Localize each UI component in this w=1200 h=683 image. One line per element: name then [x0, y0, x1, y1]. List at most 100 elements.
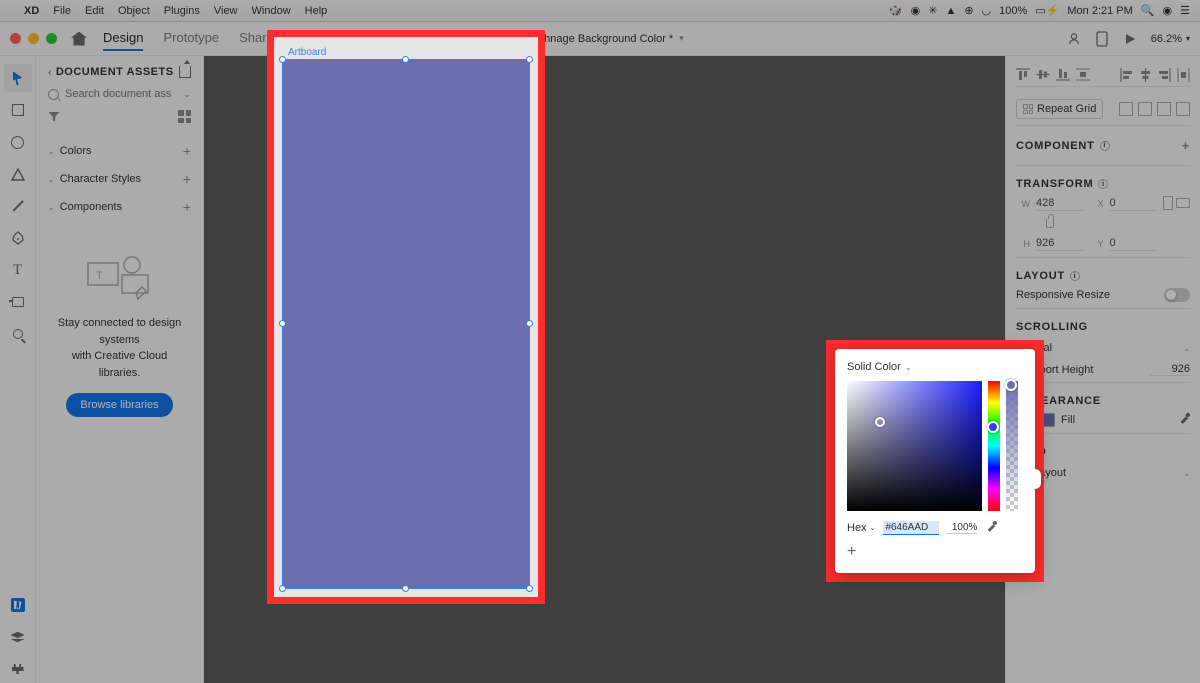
boolean-exclude-icon[interactable]: [1176, 102, 1190, 116]
responsive-resize-toggle[interactable]: [1164, 288, 1190, 302]
menu-edit[interactable]: Edit: [85, 5, 104, 17]
alpha-slider-thumb[interactable]: [1005, 379, 1017, 391]
battery-icon[interactable]: ▭⚡: [1035, 4, 1059, 17]
tab-prototype[interactable]: Prototype: [163, 26, 219, 51]
resize-handle[interactable]: [526, 585, 533, 592]
add-swatch-button[interactable]: +: [847, 543, 1023, 561]
menu-view[interactable]: View: [214, 5, 238, 17]
resize-handle[interactable]: [279, 585, 286, 592]
artboard-background[interactable]: [282, 59, 530, 589]
landscape-orientation-icon[interactable]: [1176, 198, 1190, 208]
artboard-label[interactable]: Artboard: [288, 47, 326, 58]
tab-design[interactable]: Design: [103, 26, 143, 51]
minimize-window-button[interactable]: [28, 33, 39, 44]
assets-section-colors[interactable]: ⌄Colors+: [48, 137, 191, 165]
color-field-cursor[interactable]: [875, 417, 885, 427]
width-input[interactable]: 428: [1036, 196, 1084, 211]
add-component-button[interactable]: +: [1182, 138, 1190, 153]
home-icon[interactable]: [71, 32, 87, 46]
info-icon[interactable]: i: [1098, 179, 1108, 189]
grid-view-icon[interactable]: [178, 110, 191, 123]
align-right-icon[interactable]: [1158, 68, 1171, 82]
color-mode-select[interactable]: Solid Color⌄: [847, 361, 1023, 373]
boolean-subtract-icon[interactable]: [1138, 102, 1152, 116]
user-avatar-icon[interactable]: [1067, 32, 1081, 46]
publish-library-icon[interactable]: [179, 66, 191, 78]
viewport-height-input[interactable]: 926: [1150, 363, 1190, 376]
menu-file[interactable]: File: [53, 5, 71, 17]
mobile-preview-icon[interactable]: [1095, 32, 1109, 46]
select-tool[interactable]: [4, 64, 32, 92]
status-icon[interactable]: 🎲: [889, 4, 903, 17]
resize-handle[interactable]: [526, 56, 533, 63]
zoom-level[interactable]: 66.2%▾: [1151, 33, 1190, 45]
portrait-orientation-icon[interactable]: [1163, 196, 1173, 210]
align-hcenter-icon[interactable]: [1139, 68, 1152, 82]
add-color-button[interactable]: +: [183, 143, 191, 159]
resize-handle[interactable]: [402, 56, 409, 63]
browse-libraries-button[interactable]: Browse libraries: [66, 393, 172, 417]
menu-plugins[interactable]: Plugins: [164, 5, 200, 17]
status-icon[interactable]: ▲: [945, 5, 956, 17]
pen-tool[interactable]: [4, 224, 32, 252]
resize-handle[interactable]: [279, 56, 286, 63]
maximize-window-button[interactable]: [46, 33, 57, 44]
assets-section-charstyles[interactable]: ⌄Character Styles+: [48, 165, 191, 193]
distribute-h-icon[interactable]: [1177, 68, 1190, 82]
text-tool[interactable]: T: [4, 256, 32, 284]
chevron-down-icon[interactable]: ⌄: [183, 89, 191, 100]
y-input[interactable]: 0: [1110, 236, 1158, 251]
boolean-add-icon[interactable]: [1119, 102, 1133, 116]
libraries-panel-icon[interactable]: [4, 591, 32, 619]
filter-icon[interactable]: [48, 112, 60, 122]
status-icon[interactable]: ◉: [911, 4, 921, 17]
assets-search[interactable]: ⌄: [48, 88, 191, 100]
align-vcenter-icon[interactable]: [1036, 68, 1050, 81]
eyedropper-icon[interactable]: [985, 522, 997, 534]
resize-handle[interactable]: [279, 320, 286, 327]
wifi-icon[interactable]: ◡: [982, 4, 992, 17]
status-icon[interactable]: ✳: [928, 4, 937, 17]
height-input[interactable]: 926: [1036, 236, 1084, 251]
line-tool[interactable]: [4, 192, 32, 220]
eyedropper-icon[interactable]: [1178, 414, 1190, 426]
add-charstyle-button[interactable]: +: [183, 171, 191, 187]
assets-search-input[interactable]: [65, 88, 177, 100]
info-icon[interactable]: i: [1070, 271, 1080, 281]
lock-aspect-icon[interactable]: [1046, 219, 1054, 228]
grid-type-select[interactable]: Layout⌄: [1033, 464, 1190, 482]
polygon-tool[interactable]: [4, 160, 32, 188]
resize-handle[interactable]: [402, 585, 409, 592]
hue-slider-thumb[interactable]: [987, 421, 999, 433]
x-input[interactable]: 0: [1110, 196, 1158, 211]
plugins-panel-icon[interactable]: [4, 655, 32, 683]
distribute-v-icon[interactable]: [1076, 68, 1090, 81]
add-component-button[interactable]: +: [183, 199, 191, 215]
menu-window[interactable]: Window: [252, 5, 291, 17]
color-format-select[interactable]: Hex⌄: [847, 522, 875, 534]
play-preview-icon[interactable]: [1123, 32, 1137, 46]
zoom-tool[interactable]: [4, 320, 32, 348]
align-left-icon[interactable]: [1120, 68, 1133, 82]
hex-input[interactable]: [883, 521, 939, 535]
siri-icon[interactable]: ◉: [1163, 4, 1173, 17]
ellipse-tool[interactable]: [4, 128, 32, 156]
alpha-slider[interactable]: [1006, 381, 1018, 511]
boolean-intersect-icon[interactable]: [1157, 102, 1171, 116]
layers-panel-icon[interactable]: [4, 623, 32, 651]
control-center-icon[interactable]: ☰: [1180, 4, 1190, 17]
close-window-button[interactable]: [10, 33, 21, 44]
artboard[interactable]: Artboard: [274, 37, 538, 597]
status-icon[interactable]: ⊕: [964, 4, 973, 17]
menubar-clock[interactable]: Mon 2:21 PM: [1067, 5, 1132, 17]
artboard-tool[interactable]: [4, 288, 32, 316]
repeat-grid-button[interactable]: Repeat Grid: [1016, 99, 1103, 119]
align-top-icon[interactable]: [1016, 68, 1030, 81]
rectangle-tool[interactable]: [4, 96, 32, 124]
menu-object[interactable]: Object: [118, 5, 150, 17]
menu-help[interactable]: Help: [305, 5, 328, 17]
resize-handle[interactable]: [526, 320, 533, 327]
spotlight-icon[interactable]: 🔍: [1141, 4, 1155, 17]
hue-slider[interactable]: [988, 381, 1000, 511]
opacity-input[interactable]: 100%: [947, 522, 977, 534]
